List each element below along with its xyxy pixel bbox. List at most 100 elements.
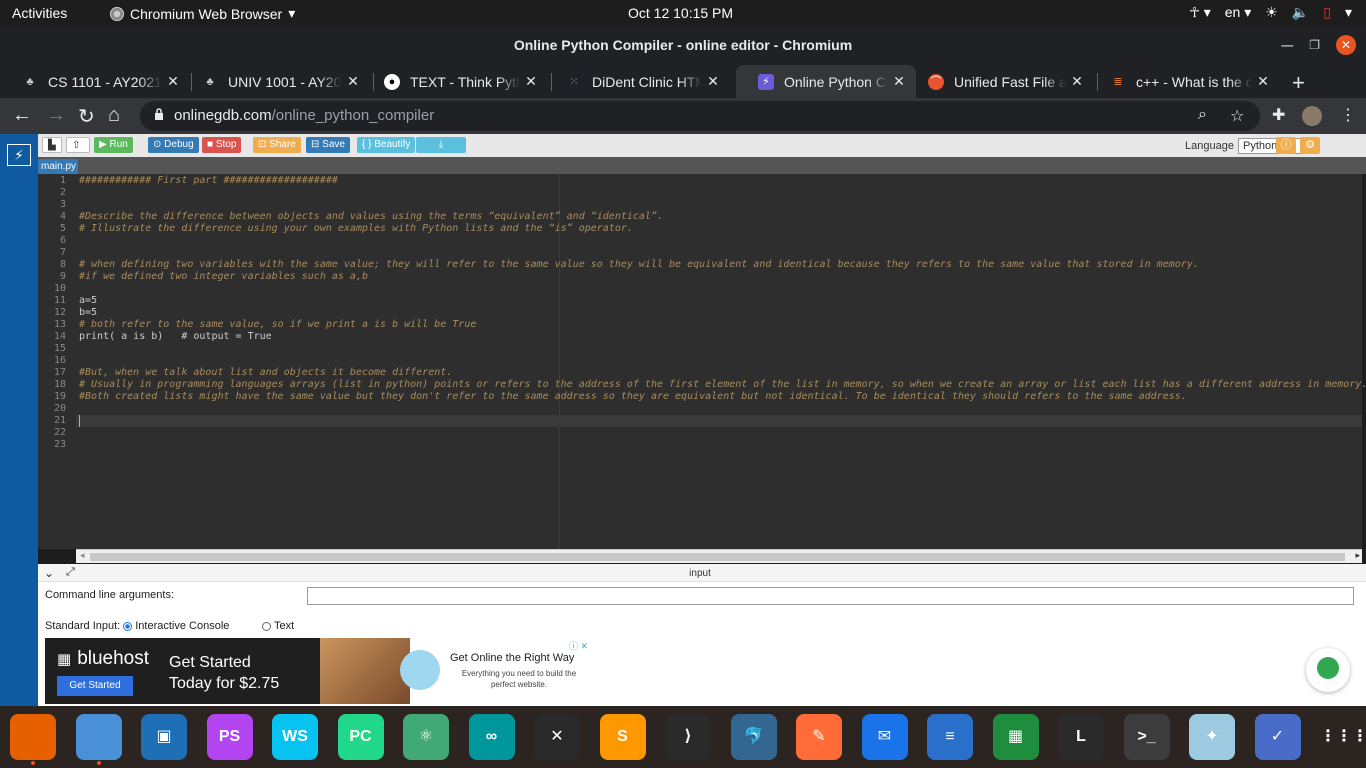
tab-cs1101[interactable]: ♣ CS 1101 - AY2021-22 ✕: [0, 65, 190, 98]
close-tab-icon[interactable]: ✕: [520, 73, 542, 90]
mysql-workbench-icon[interactable]: 🐬: [730, 714, 777, 760]
code-text: ############ First part ################…: [79, 175, 338, 186]
app-menu[interactable]: Chromium Web Browser ▾: [110, 5, 295, 22]
code-text: # Usually in programming languages array…: [79, 379, 1366, 390]
ad-choices-icon[interactable]: ⓘ ✕: [569, 639, 588, 652]
lang-label: en: [1224, 4, 1241, 20]
upload-icon[interactable]: ⇧: [66, 137, 90, 153]
share-button[interactable]: ⊡ Share: [253, 137, 301, 153]
app-grid-icon[interactable]: ⋮⋮⋮: [1320, 714, 1366, 760]
moodle-icon: ♣: [206, 75, 214, 88]
atom-icon[interactable]: ⚛: [403, 714, 449, 760]
tab-univ1001[interactable]: ♣ UNIV 1001 - AY2021 ✕: [180, 65, 370, 98]
code-text: print( a is b) # output = True: [79, 331, 272, 342]
home-icon[interactable]: ⌂: [108, 104, 120, 127]
minimize-icon[interactable]: —: [1281, 38, 1293, 52]
interactive-console-radio[interactable]: [123, 621, 133, 631]
tab-think-python[interactable]: ● TEXT - Think Python ✕: [362, 65, 548, 98]
monitor-icon: [400, 650, 440, 690]
line-number: 10: [53, 283, 66, 294]
scroll-right-icon[interactable]: ▸: [1355, 550, 1360, 561]
chromium-icon[interactable]: [75, 714, 122, 760]
system-tray[interactable]: ☥ ▾ en ▾ ☀ 🔈 ▯ ▾: [1189, 4, 1352, 21]
arduino-icon[interactable]: ∞: [468, 714, 515, 760]
accessibility-icon[interactable]: ☥ ▾: [1189, 4, 1210, 21]
calc-icon-glyph: ▦: [1007, 728, 1024, 745]
scrollbar-thumb[interactable]: [90, 553, 1345, 561]
code-text: #But, when we talk about list and object…: [79, 367, 453, 378]
reload-icon[interactable]: ↻: [78, 104, 95, 129]
mail-icon[interactable]: ✉: [861, 714, 908, 760]
tasks-icon[interactable]: ✓: [1254, 714, 1301, 760]
phpstorm-icon[interactable]: PS: [206, 714, 253, 760]
maximize-icon[interactable]: ❐: [1309, 38, 1320, 52]
new-tab-button[interactable]: +: [1292, 70, 1305, 96]
settings-icon[interactable]: ⚙: [1300, 137, 1320, 154]
line-number: 20: [53, 403, 66, 414]
close-tab-icon[interactable]: ✕: [1252, 73, 1274, 90]
file-tab-main[interactable]: main.py: [38, 159, 78, 174]
ad-cta-button[interactable]: Get Started: [57, 676, 133, 696]
back-icon[interactable]: ←: [12, 104, 32, 127]
laravel-icon[interactable]: L: [1058, 714, 1104, 760]
forward-icon[interactable]: →: [46, 104, 66, 127]
close-tab-icon[interactable]: ✕: [702, 73, 724, 90]
save-button[interactable]: ⊟ Save: [306, 137, 350, 153]
postman-icon-glyph: ✎: [812, 728, 826, 745]
cmd-args-input[interactable]: [307, 587, 1354, 605]
close-tab-icon[interactable]: ✕: [1066, 73, 1088, 90]
debug-button[interactable]: ⊙ Debug: [148, 137, 199, 153]
terminal-icon-glyph: >_: [1137, 728, 1156, 745]
stop-button[interactable]: ■ Stop: [202, 137, 242, 153]
input-language[interactable]: en ▾: [1225, 4, 1252, 21]
tab-label: Online Python Compiler: [784, 73, 888, 90]
advertisement-banner[interactable]: ▦ bluehost Get Started Get Started Today…: [45, 638, 591, 704]
calc-icon[interactable]: ▦: [992, 714, 1039, 760]
info-icon[interactable]: ⓘ: [1276, 137, 1296, 154]
line-number: 23: [53, 439, 66, 450]
vscode-icon[interactable]: ⟩: [665, 714, 711, 760]
writer-icon[interactable]: ≡: [927, 714, 973, 760]
postman-icon[interactable]: ✎: [796, 714, 842, 760]
chevron-down-icon: ▾: [288, 5, 296, 21]
activities-button[interactable]: Activities: [12, 5, 67, 21]
bookmark-star-icon[interactable]: ☆: [1230, 106, 1244, 126]
run-button[interactable]: ▶ Run: [94, 137, 133, 153]
remmina-icon[interactable]: ▣: [141, 714, 187, 760]
chat-icon: [1317, 657, 1339, 679]
close-tab-icon[interactable]: ✕: [342, 73, 364, 90]
kebab-menu-icon[interactable]: ⋮: [1340, 105, 1356, 125]
terminal-icon[interactable]: >_: [1123, 714, 1170, 760]
line-number: 2: [59, 187, 66, 198]
pycharm-icon[interactable]: PC: [337, 714, 384, 760]
chat-widget-button[interactable]: [1306, 648, 1350, 692]
webstorm-icon[interactable]: WS: [272, 714, 318, 760]
stdin-label: Standard Input:: [45, 620, 121, 632]
tab-cpp-question[interactable]: ≣ c++ - What is the diff ✕: [1088, 65, 1280, 98]
beautify-button[interactable]: { } Beautify: [357, 137, 416, 153]
web-page: ⚡ ▙ ⇧ ▶ Run ⊙ Debug ■ Stop ⊡ Share ⊟ Sav…: [0, 134, 1366, 706]
code-editor[interactable]: 1 ############ First part ###############…: [38, 174, 1366, 549]
download-button[interactable]: ⤓: [416, 137, 466, 153]
vscodium-icon[interactable]: ✕: [534, 714, 580, 760]
horizontal-scrollbar[interactable]: ◂ ▸: [76, 549, 1362, 563]
tab-online-python[interactable]: ⚡ Online Python Compiler ✕: [736, 65, 916, 98]
webstorm-icon-glyph: WS: [282, 728, 308, 745]
zoom-icon[interactable]: ⌕: [1198, 106, 1207, 124]
firefox-icon[interactable]: [10, 714, 56, 760]
text-radio[interactable]: [262, 621, 271, 631]
tab-unified-file[interactable]: ⌒ Unified Fast File and ✕: [906, 65, 1094, 98]
extensions-icon[interactable]: ✚: [1272, 105, 1285, 125]
close-window-icon[interactable]: ✕: [1336, 35, 1356, 55]
network-icon[interactable]: ✦: [1189, 714, 1235, 760]
clock[interactable]: Oct 12 10:15 PM: [628, 5, 733, 21]
scroll-left-icon[interactable]: ◂: [80, 550, 85, 561]
sidebar-toggle-icon[interactable]: ⚡: [7, 144, 31, 166]
sublime-icon[interactable]: S: [599, 714, 646, 760]
tab-dident[interactable]: ⁙ DiDent Clinic HTML ✕: [544, 65, 730, 98]
mail-icon-glyph: ✉: [877, 728, 892, 745]
new-file-icon[interactable]: ▙: [42, 137, 62, 153]
omnibox[interactable]: onlinegdb.com/online_python_compiler ⌕ ☆: [140, 101, 1260, 131]
avatar[interactable]: [1302, 106, 1322, 126]
pycharm-icon-glyph: PC: [349, 728, 372, 745]
